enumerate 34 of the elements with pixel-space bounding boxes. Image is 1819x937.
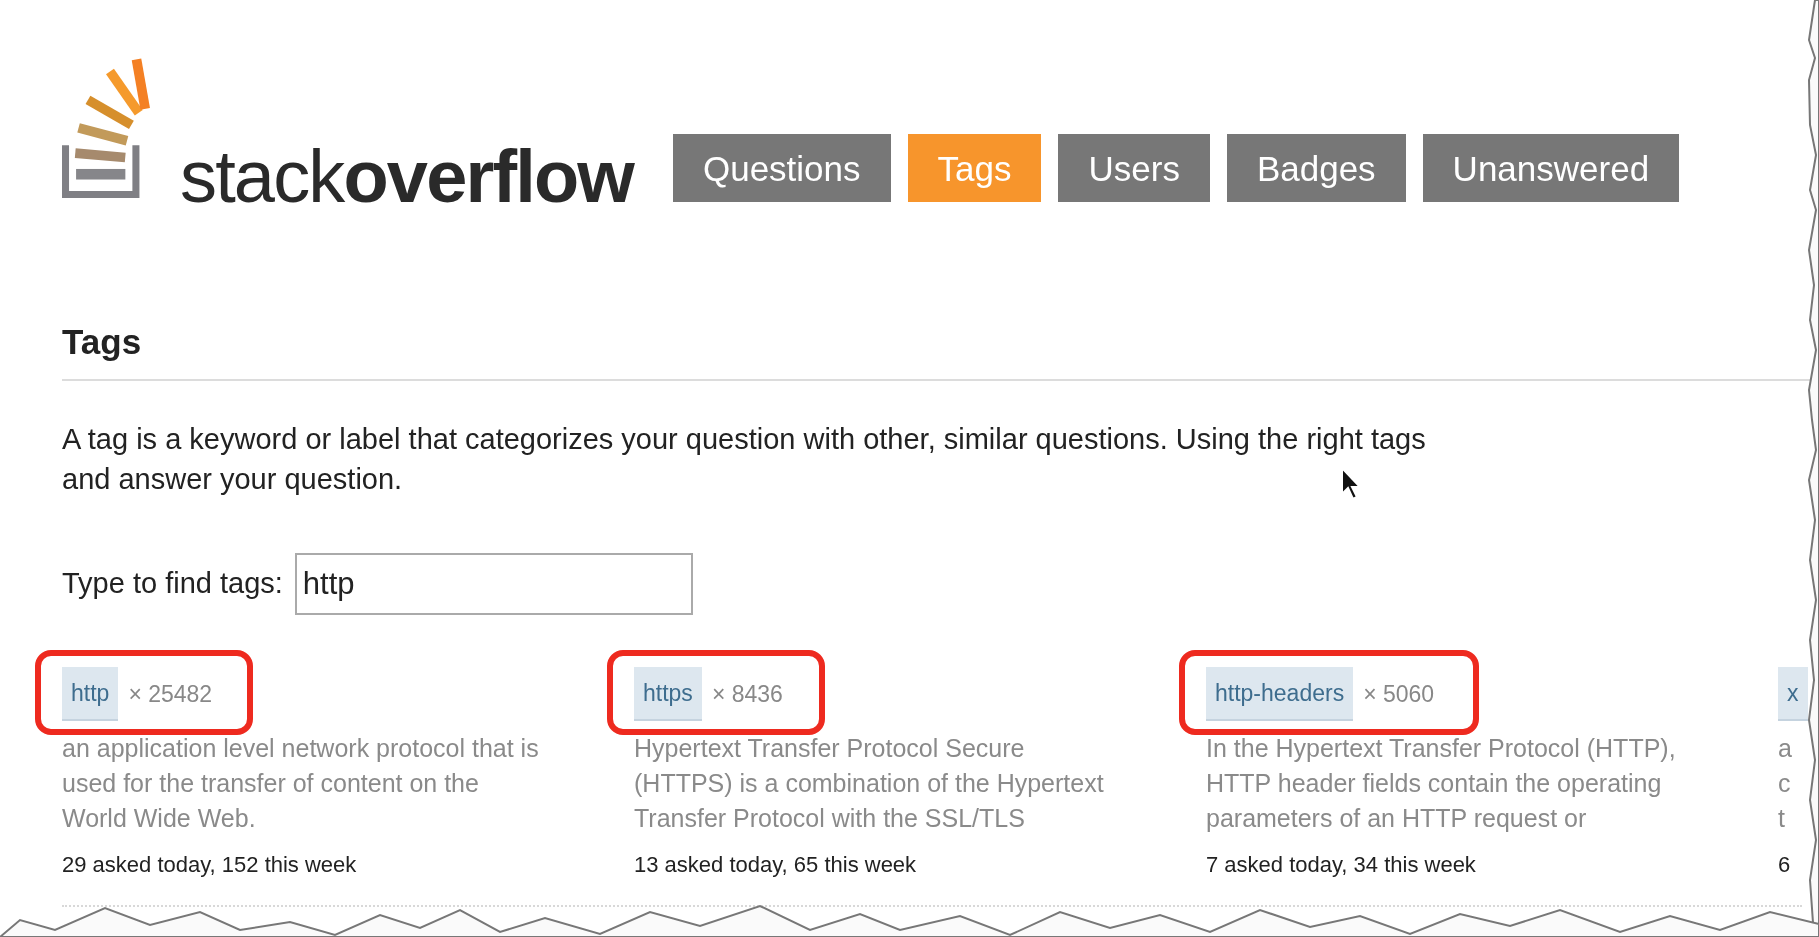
tag-description: (HTTPS) is a combination of the Hypertext: [634, 768, 1104, 799]
tag-stats: 6: [1778, 851, 1791, 879]
search-field[interactable]: http: [294, 552, 693, 615]
tag-stats: 29 asked today, 152 this week: [62, 851, 357, 879]
tag-description: parameters of an HTTP request or: [1206, 803, 1587, 834]
tag-chip[interactable]: http-headers: [1206, 666, 1354, 721]
page-heading: Tags: [62, 321, 143, 363]
tag-stats: 7 asked today, 34 this week: [1206, 851, 1476, 879]
nav-tab[interactable]: Questions: [672, 134, 891, 202]
tag-description: Transfer Protocol with the SSL/TLS: [634, 803, 1025, 834]
intro-text: and answer your question.: [62, 461, 403, 497]
tag-chip[interactable]: x: [1778, 666, 1808, 721]
tag-description: HTTP header fields contain the operating: [1206, 768, 1662, 799]
tag-chip[interactable]: http: [62, 666, 119, 721]
tag-count: × 8436: [711, 679, 783, 709]
tag-description: c: [1778, 768, 1791, 799]
tag-description: an application level network protocol that is: [62, 733, 539, 764]
tag-stats: 13 asked today, 65 this week: [634, 851, 917, 879]
tag-description: used for the transfer of content on the: [62, 768, 479, 799]
search-label: Type to find tags:: [62, 565, 283, 601]
logo-text: stackoverflow: [180, 140, 633, 216]
intro-text: A tag is a keyword or label that categorizes your question with other, similar questions. Using the right tags: [62, 421, 1426, 457]
tag-count: × 25482: [128, 679, 213, 709]
tag-description: In the Hypertext Transfer Protocol (HTTP),: [1206, 733, 1676, 764]
nav-tab[interactable]: Unanswered: [1422, 134, 1680, 202]
nav-tab[interactable]: Badges: [1226, 134, 1406, 202]
tag-description: a: [1778, 733, 1792, 764]
nav-tab[interactable]: Users: [1058, 134, 1210, 202]
nav-tab[interactable]: Tags: [907, 134, 1042, 202]
tag-description: t: [1778, 803, 1785, 834]
tag-count: × 5060: [1363, 679, 1435, 709]
tag-description: World Wide Web.: [62, 803, 256, 834]
tag-description: Hypertext Transfer Protocol Secure: [634, 733, 1025, 764]
tag-chip[interactable]: https: [634, 666, 702, 721]
